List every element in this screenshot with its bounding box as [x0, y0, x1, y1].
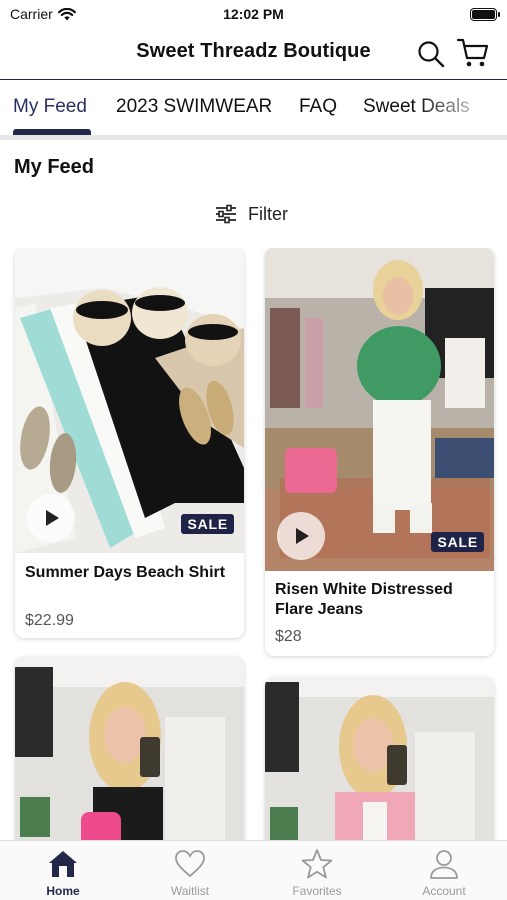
play-video-button[interactable] — [27, 494, 75, 542]
product-card[interactable] — [15, 657, 244, 840]
filter-label: Filter — [248, 203, 288, 224]
product-card[interactable]: SALE Summer Days Beach Shirt $22.99 — [15, 248, 244, 638]
product-price: $22.99 — [25, 612, 74, 629]
play-icon — [46, 510, 59, 526]
category-tabs: My Feed 2023 SWIMWEAR FAQ Sweet Deals — [0, 81, 507, 137]
tabbar-favorites[interactable]: Favorites — [254, 841, 380, 900]
product-grid: SALE Summer Days Beach Shirt $22.99 SALE… — [0, 248, 507, 840]
product-image — [265, 677, 494, 840]
tab-faq[interactable]: FAQ — [299, 96, 337, 118]
filter-sliders-icon — [216, 204, 236, 224]
clock: 12:02 PM — [223, 6, 284, 22]
star-icon — [301, 849, 333, 879]
product-image: SALE — [265, 248, 494, 571]
product-name: Risen White Distressed Flare Jeans — [275, 581, 453, 618]
sale-badge: SALE — [181, 514, 234, 534]
product-image — [15, 657, 244, 840]
tabbar-account[interactable]: Account — [381, 841, 507, 900]
search-icon[interactable] — [416, 39, 446, 69]
product-price: $28 — [275, 628, 302, 645]
tabbar-account-label: Account — [422, 884, 466, 898]
person-icon — [430, 850, 458, 879]
tabbar-home-label: Home — [46, 884, 80, 898]
bottom-tab-bar: Home Waitlist Favorites Account — [0, 840, 507, 900]
sale-badge: SALE — [431, 532, 484, 552]
tabbar-home[interactable]: Home — [0, 841, 126, 900]
product-card[interactable] — [265, 677, 494, 840]
tabs-fade-overlay — [417, 81, 507, 131]
play-icon — [296, 528, 309, 544]
filter-button[interactable]: Filter — [214, 202, 288, 226]
product-image: SALE — [15, 248, 244, 553]
home-icon — [49, 851, 77, 877]
heart-icon — [175, 850, 205, 878]
status-bar: Carrier 12:02 PM — [0, 0, 507, 28]
tab-2023-swimwear[interactable]: 2023 SWIMWEAR — [116, 96, 272, 118]
product-card[interactable]: SALE Risen White Distressed Flare Jeans … — [265, 248, 494, 656]
product-name: Summer Days Beach Shirt — [25, 564, 226, 581]
page-title: My Feed — [14, 156, 95, 178]
cart-icon[interactable] — [456, 37, 490, 69]
tabbar-waitlist[interactable]: Waitlist — [127, 841, 253, 900]
tabs-divider — [0, 135, 507, 140]
battery-icon — [470, 8, 500, 21]
play-video-button[interactable] — [277, 512, 325, 560]
app-header: Sweet Threadz Boutique — [0, 28, 507, 80]
tabbar-favorites-label: Favorites — [292, 884, 342, 898]
tabbar-waitlist-label: Waitlist — [170, 884, 210, 898]
tab-my-feed[interactable]: My Feed — [13, 96, 87, 118]
